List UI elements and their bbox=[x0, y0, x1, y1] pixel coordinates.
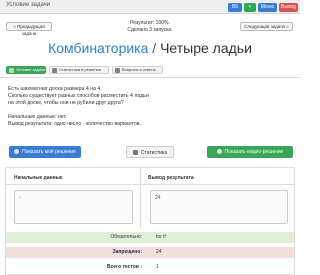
total-value: 1 bbox=[156, 264, 159, 270]
total-label: Всего тестов : bbox=[106, 264, 142, 270]
table-header-divider bbox=[6, 184, 294, 185]
output-header: Вывод результата bbox=[148, 175, 194, 181]
add-button[interactable]: + bbox=[244, 3, 256, 12]
play-icon bbox=[216, 148, 222, 154]
required-label: Обязательно: bbox=[110, 234, 142, 240]
show-solution-button[interactable]: Показать моё решение bbox=[9, 146, 81, 158]
statement-line: Есть шахматная доска размера 4 на 4. bbox=[8, 86, 102, 92]
tab-statement[interactable]: Условие задачи bbox=[6, 66, 46, 74]
problem-name: Четыре ладьи bbox=[160, 40, 252, 56]
input-note: Начальные данные: нет. bbox=[8, 114, 67, 120]
tab-statistics[interactable]: Статистика и решения bbox=[49, 66, 109, 74]
tab-divider bbox=[0, 77, 300, 78]
output-note: Вывод результата: одно число - количеств… bbox=[8, 121, 141, 127]
bar-chart-icon bbox=[132, 149, 138, 155]
table-column-divider bbox=[140, 168, 141, 228]
document-icon bbox=[9, 68, 14, 73]
input-data-box[interactable]: - bbox=[14, 190, 133, 224]
level-badge-button[interactable]: В6 bbox=[228, 3, 242, 12]
chart-icon bbox=[52, 68, 57, 73]
forbidden-value: 24 bbox=[156, 249, 162, 255]
statistics-button[interactable]: Статистика bbox=[126, 146, 174, 158]
total-row: Всего тестов : 1 bbox=[6, 262, 294, 273]
prev-task-button[interactable]: « Предыдущая задача bbox=[6, 22, 52, 36]
page-title: Комбинаторика / Четыре ладьи bbox=[0, 40, 300, 56]
section-link[interactable]: Комбинаторика bbox=[48, 40, 148, 56]
statement-line: Сколько существует разных способов расме… bbox=[8, 93, 149, 99]
required-row: Обязательно: for if bbox=[6, 232, 294, 243]
tab-questions[interactable]: Вопросы и ответы bbox=[112, 66, 163, 74]
next-task-button[interactable]: Следующая задача » bbox=[240, 22, 293, 31]
question-icon bbox=[115, 68, 120, 73]
video-solution-button[interactable]: Показать видео-решение bbox=[207, 146, 293, 158]
page-header-title: Условие задачи bbox=[6, 2, 51, 8]
title-separator: / bbox=[152, 40, 157, 56]
result-status: Результат: 100%. bbox=[130, 20, 170, 26]
logout-button[interactable]: Выход bbox=[279, 3, 298, 12]
forbidden-label: Запрещено: bbox=[112, 249, 142, 255]
input-header: Начальные данные bbox=[14, 175, 63, 181]
refresh-icon bbox=[14, 148, 20, 154]
attempts-status: Сделано 3 запуска. bbox=[127, 27, 173, 33]
menu-button[interactable]: Меню bbox=[258, 3, 277, 12]
statement-line: на этой доске, чтобы они не рубили друг … bbox=[8, 100, 124, 106]
required-value: for if bbox=[156, 234, 166, 240]
output-data-box[interactable]: 24 bbox=[150, 190, 288, 224]
forbidden-row: Запрещено: 24 bbox=[6, 247, 294, 258]
